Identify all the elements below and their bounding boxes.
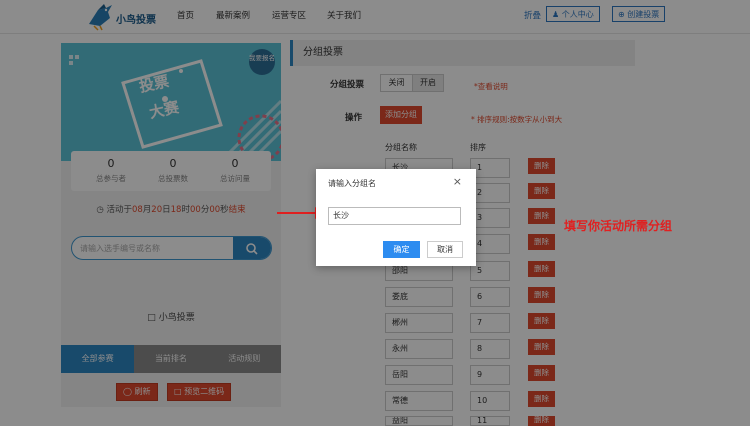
group-name-field[interactable]: 长沙 <box>328 207 461 225</box>
cancel-button[interactable]: 取消 <box>427 241 463 258</box>
close-icon[interactable]: × <box>453 175 462 188</box>
group-name-dialog: 请输入分组名 × 长沙 确定 取消 <box>316 169 476 266</box>
annotation-text: 填写你活动所需分组 <box>564 219 673 233</box>
confirm-button[interactable]: 确定 <box>383 241 420 258</box>
dialog-title: 请输入分组名 <box>328 179 376 188</box>
